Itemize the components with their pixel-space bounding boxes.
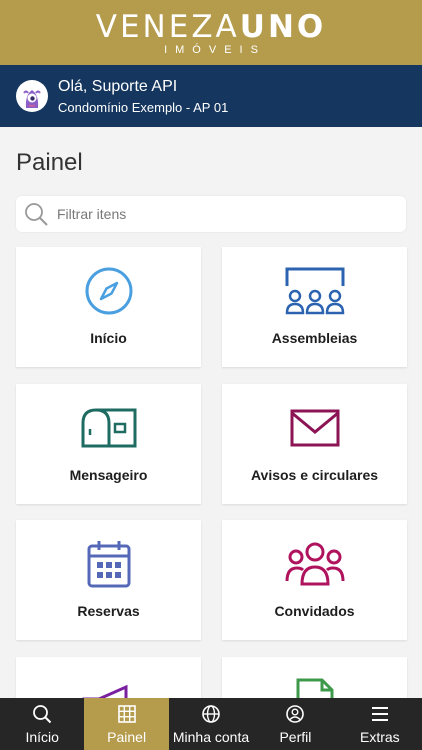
profile-icon: [285, 703, 305, 725]
document-icon: [295, 676, 335, 698]
compass-icon: [84, 266, 134, 316]
card-reservas[interactable]: Reservas: [16, 520, 201, 640]
card-label: Convidados: [274, 603, 355, 619]
card-mensageiro[interactable]: Mensageiro: [16, 384, 201, 504]
search-box[interactable]: [16, 196, 406, 232]
tab-label: Minha conta: [172, 729, 250, 745]
tab-extras[interactable]: Extras: [338, 698, 422, 750]
user-bar[interactable]: Olá, Suporte API Condomínio Exemplo - AP…: [0, 65, 422, 127]
card-documentos[interactable]: [222, 657, 407, 698]
tab-label: Painel: [107, 729, 147, 745]
card-avisos[interactable]: Avisos e circulares: [222, 384, 407, 504]
card-convidados[interactable]: Convidados: [222, 520, 407, 640]
user-unit: Condomínio Exemplo - AP 01: [58, 99, 229, 115]
globe-icon: [201, 703, 221, 725]
brand-logo: VENEZAUNO: [96, 10, 327, 44]
tab-inicio[interactable]: Início: [0, 698, 84, 750]
search-icon: [23, 201, 49, 227]
card-label: Reservas: [77, 603, 140, 619]
tab-label: Extras: [359, 729, 400, 745]
grid-icon: [117, 703, 137, 725]
tab-minha-conta[interactable]: Minha conta: [169, 698, 253, 750]
user-info: Olá, Suporte API Condomínio Exemplo - AP…: [58, 77, 228, 116]
tab-perfil[interactable]: Perfil: [253, 698, 337, 750]
card-inicio[interactable]: Início: [16, 247, 201, 367]
monster-avatar-icon: [18, 82, 46, 110]
tab-label: Perfil: [279, 729, 312, 745]
envelope-icon: [289, 403, 341, 453]
card-label: Mensageiro: [69, 467, 148, 483]
assembly-icon: [284, 266, 346, 316]
card-label: Avisos e circulares: [250, 467, 379, 483]
avatar[interactable]: [16, 80, 48, 112]
search-icon: [32, 703, 52, 725]
calendar-icon: [86, 539, 132, 589]
page-title: Painel: [16, 149, 83, 176]
guests-icon: [284, 539, 346, 589]
menu-icon: [370, 703, 390, 725]
card-label: Assembleias: [271, 330, 358, 346]
search-input[interactable]: [57, 206, 377, 222]
megaphone-icon: [81, 676, 137, 698]
brand-header: VENEZAUNO IMÓVEIS: [0, 0, 422, 65]
tab-painel[interactable]: Painel: [84, 698, 169, 750]
brand-name-light: VENEZA: [95, 9, 240, 45]
brand-name-bold: UNO: [239, 9, 327, 45]
card-assembleias[interactable]: Assembleias: [222, 247, 407, 367]
user-greeting: Olá, Suporte API: [58, 77, 178, 95]
mailbox-icon: [80, 403, 138, 453]
card-label: Início: [90, 330, 127, 346]
bottom-tab-bar: Início Painel Minha conta Perfil Extras: [0, 698, 422, 750]
card-comunicados[interactable]: [16, 657, 201, 698]
tab-label: Início: [25, 729, 59, 745]
brand-tagline: IMÓVEIS: [164, 44, 266, 56]
main-content[interactable]: Painel Início: [0, 127, 422, 698]
